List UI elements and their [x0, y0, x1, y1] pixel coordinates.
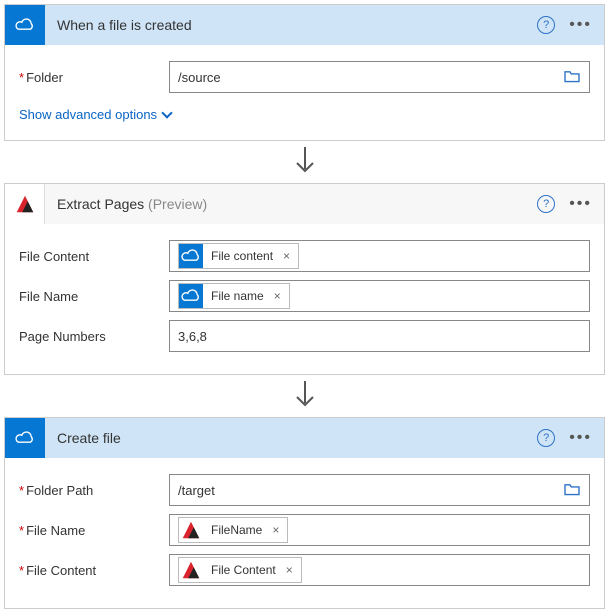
- remove-token-icon[interactable]: ×: [284, 563, 293, 577]
- more-menu[interactable]: •••: [569, 433, 592, 443]
- token-file-content[interactable]: File content ×: [178, 243, 299, 269]
- help-icon[interactable]: ?: [537, 16, 555, 34]
- token-filename[interactable]: FileName ×: [178, 517, 288, 543]
- folder-picker-icon[interactable]: [563, 69, 581, 86]
- field-file-content: *File Content File Content ×: [19, 554, 590, 586]
- step1-header[interactable]: When a file is created ? •••: [5, 5, 604, 45]
- step2-title: Extract Pages (Preview): [45, 196, 533, 212]
- onedrive-icon: [179, 284, 203, 308]
- step-extract-pages: Extract Pages (Preview) ? ••• File Conte…: [4, 183, 605, 375]
- step-when-file-created: When a file is created ? ••• *Folder /so…: [4, 4, 605, 141]
- folder-input[interactable]: /source: [169, 61, 590, 93]
- field-file-name: File Name File name ×: [19, 280, 590, 312]
- page-numbers-input[interactable]: 3,6,8: [169, 320, 590, 352]
- token-filecontent[interactable]: File Content ×: [178, 557, 302, 583]
- chevron-down-icon: [161, 107, 172, 118]
- field-file-content: File Content File content ×: [19, 240, 590, 272]
- remove-token-icon[interactable]: ×: [270, 523, 279, 537]
- folder-label: *Folder: [19, 70, 169, 85]
- step2-header[interactable]: Extract Pages (Preview) ? •••: [5, 184, 604, 224]
- file-name-input[interactable]: FileName ×: [169, 514, 590, 546]
- kofax-icon: [5, 184, 45, 224]
- remove-token-icon[interactable]: ×: [281, 249, 290, 263]
- more-menu[interactable]: •••: [569, 199, 592, 209]
- kofax-icon: [179, 518, 203, 542]
- show-advanced-options[interactable]: Show advanced options: [19, 101, 171, 126]
- onedrive-icon: [5, 418, 45, 458]
- file-content-label: *File Content: [19, 563, 169, 578]
- help-icon[interactable]: ?: [537, 429, 555, 447]
- folder-picker-icon[interactable]: [563, 482, 581, 499]
- field-page-numbers: Page Numbers 3,6,8: [19, 320, 590, 352]
- flow-arrow: [4, 141, 605, 183]
- step3-header[interactable]: Create file ? •••: [5, 418, 604, 458]
- step-create-file: Create file ? ••• *Folder Path /target *…: [4, 417, 605, 609]
- file-content-input[interactable]: File Content ×: [169, 554, 590, 586]
- onedrive-icon: [179, 244, 203, 268]
- help-icon[interactable]: ?: [537, 195, 555, 213]
- field-folder-path: *Folder Path /target: [19, 474, 590, 506]
- folder-path-input[interactable]: /target: [169, 474, 590, 506]
- field-file-name: *File Name FileName ×: [19, 514, 590, 546]
- flow-arrow: [4, 375, 605, 417]
- token-file-name[interactable]: File name ×: [178, 283, 290, 309]
- file-content-input[interactable]: File content ×: [169, 240, 590, 272]
- onedrive-icon: [5, 5, 45, 45]
- step3-title: Create file: [45, 430, 533, 446]
- folder-path-label: *Folder Path: [19, 483, 169, 498]
- file-name-input[interactable]: File name ×: [169, 280, 590, 312]
- field-folder: *Folder /source: [19, 61, 590, 93]
- more-menu[interactable]: •••: [569, 20, 592, 30]
- file-name-label: *File Name: [19, 523, 169, 538]
- step1-title: When a file is created: [45, 17, 533, 33]
- kofax-icon: [179, 558, 203, 582]
- remove-token-icon[interactable]: ×: [272, 289, 281, 303]
